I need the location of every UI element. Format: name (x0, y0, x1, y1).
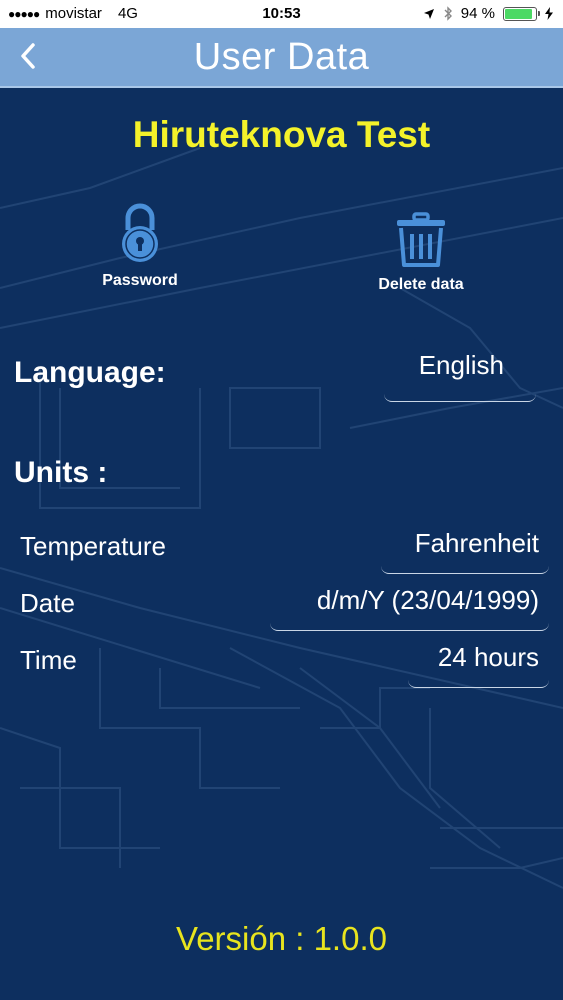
status-right: 94 % (423, 5, 553, 22)
language-label: Language: (14, 356, 166, 389)
units-label: Units : (14, 456, 108, 489)
navigation-bar: User Data (0, 28, 563, 88)
lock-icon (122, 203, 158, 262)
delete-data-button[interactable]: Delete data (356, 212, 486, 294)
temperature-label: Temperature (20, 531, 166, 561)
page-title: User Data (193, 36, 370, 78)
battery-fill (505, 8, 532, 19)
delete-data-label: Delete data (378, 276, 464, 293)
time-label: Time (20, 645, 77, 675)
battery-cap (538, 10, 540, 16)
version-label: Versión : 1.0.0 (176, 920, 387, 957)
battery-icon (503, 6, 540, 21)
trash-icon (397, 212, 445, 267)
date-label: Date (20, 588, 75, 618)
bluetooth-icon (444, 6, 452, 21)
language-select[interactable]: English (384, 350, 536, 402)
charging-bolt-icon (545, 7, 553, 20)
location-arrow-icon (423, 8, 434, 19)
password-button[interactable]: Password (80, 202, 200, 290)
time-select[interactable]: 24 hours (408, 642, 549, 688)
temperature-select[interactable]: Fahrenheit (381, 528, 549, 574)
password-label: Password (102, 272, 178, 289)
date-select[interactable]: d/m/Y (23/04/1999) (270, 585, 549, 631)
main-content: Hiruteknova Test Password Delete data La… (0, 88, 563, 1000)
status-bar: ●●●●● movistar 4G 10:53 94 % (0, 0, 563, 28)
battery-percent: 94 % (460, 5, 495, 22)
app-title: Hiruteknova Test (132, 114, 431, 155)
